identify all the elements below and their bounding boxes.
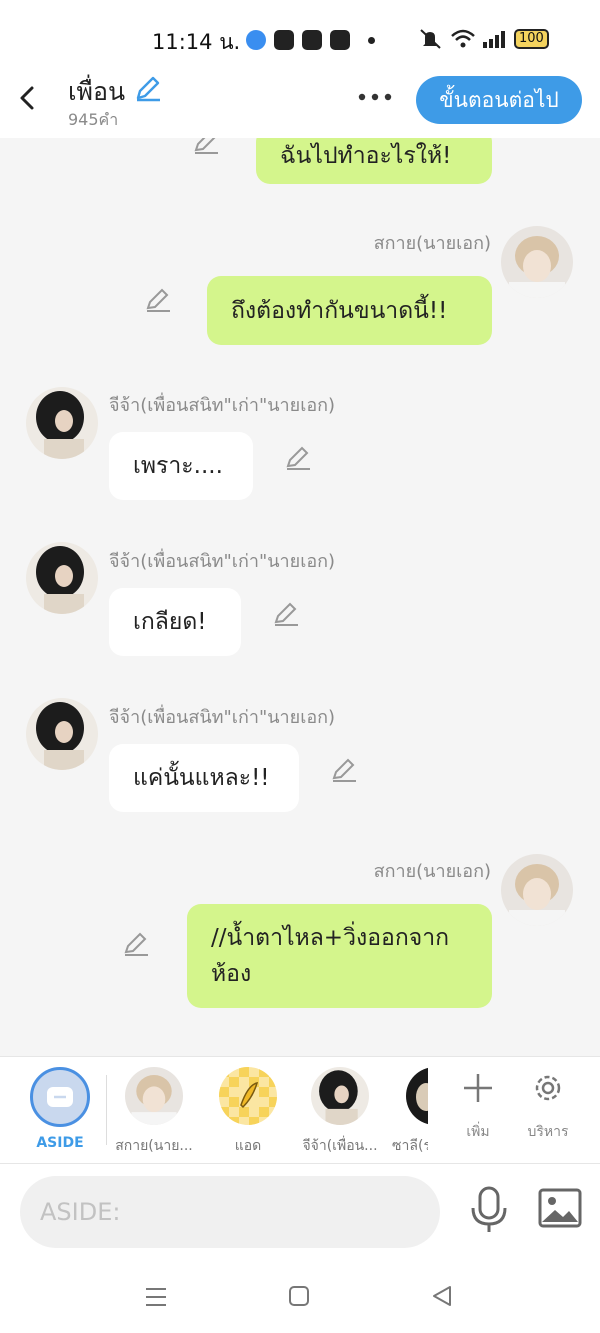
avatar-jija[interactable] xyxy=(26,698,98,770)
manage-button[interactable]: บริหาร xyxy=(518,1071,578,1143)
message-text: ถึงต้องทำกันขนาดนี้!! xyxy=(231,297,448,324)
avatar-jija-image xyxy=(26,387,98,459)
narration-icon xyxy=(47,1087,73,1107)
back-arrow-icon[interactable] xyxy=(14,80,44,116)
avatar-jija-image xyxy=(26,542,98,614)
image-icon[interactable] xyxy=(538,1188,582,1228)
member-label: ซาลี(ร xyxy=(392,1138,428,1154)
add-label: เพิ่ม xyxy=(466,1124,490,1140)
page-title: เพื่อน xyxy=(68,77,126,106)
member-label: สกาย(นาย... xyxy=(115,1138,193,1154)
edit-message-pencil-icon[interactable] xyxy=(272,600,300,628)
message-text: แค่นั้นแหละ!! xyxy=(133,765,270,791)
banana-avatar-icon xyxy=(219,1067,277,1125)
avatar-sky-image xyxy=(501,854,573,926)
status-time: 11:14 น. xyxy=(152,30,241,54)
mute-icon xyxy=(420,29,441,49)
member-admin[interactable]: แอด xyxy=(208,1067,288,1157)
message-text: //น้ำตาไหล+วิ่งออกจากห้อง xyxy=(211,925,450,987)
aside-input[interactable] xyxy=(20,1176,440,1248)
avatar xyxy=(219,1067,277,1125)
avatar-sky[interactable] xyxy=(501,854,573,926)
member-sali[interactable]: ซาลี(ร xyxy=(392,1067,428,1157)
more-options-icon[interactable] xyxy=(356,86,394,108)
sender-name: จีจ้า(เพื่อนสนิท"เก่า"นายเอก) xyxy=(109,707,336,728)
system-icons: 100 xyxy=(418,28,549,50)
status-bar: 11:14 น. 100 xyxy=(0,0,600,66)
system-navigation-bar xyxy=(0,1264,600,1333)
aside-label: ASIDE xyxy=(36,1135,84,1151)
avatar xyxy=(125,1067,183,1125)
message-bubble-them[interactable]: เกลียด! xyxy=(109,588,241,656)
microphone-icon[interactable] xyxy=(468,1186,510,1234)
divider xyxy=(106,1075,107,1145)
avatar xyxy=(311,1067,369,1125)
message-bubble-them[interactable]: แค่นั้นแหละ!! xyxy=(109,744,299,812)
member-label: แอด xyxy=(234,1138,262,1154)
manage-label: บริหาร xyxy=(527,1124,569,1140)
member-label: จีจ้า(เพื่อน... xyxy=(302,1138,378,1154)
app-notification-icon xyxy=(330,30,350,50)
sender-name: สกาย(นายเอก) xyxy=(373,861,491,882)
more-notifications-dot-icon xyxy=(368,36,375,44)
avatar-sali-image xyxy=(406,1067,428,1125)
avatar-sky-image xyxy=(501,226,573,298)
avatar-jija[interactable] xyxy=(26,387,98,459)
aside-button[interactable] xyxy=(30,1067,90,1127)
line-app-icon xyxy=(274,30,294,50)
message-bubble-me[interactable]: //น้ำตาไหล+วิ่งออกจากห้อง xyxy=(187,904,492,1008)
composer xyxy=(0,1164,600,1264)
edit-message-pencil-icon[interactable] xyxy=(330,756,358,784)
add-member-button[interactable]: เพิ่ม xyxy=(448,1071,508,1143)
signal-icon xyxy=(483,31,505,48)
avatar-sky[interactable] xyxy=(501,226,573,298)
chat-header: เพื่อน 945คำ ขั้นตอนต่อไป xyxy=(0,66,600,138)
sender-name: จีจ้า(เพื่อนสนิท"เก่า"นายเอก) xyxy=(109,395,336,416)
edit-message-pencil-icon[interactable] xyxy=(144,286,172,314)
message-text: เกลียด! xyxy=(133,609,207,635)
next-step-button[interactable]: ขั้นตอนต่อไป xyxy=(416,76,582,124)
message-bubble-them[interactable]: เพราะ.... xyxy=(109,432,253,500)
sender-name: จีจ้า(เพื่อนสนิท"เก่า"นายเอก) xyxy=(109,551,336,572)
chat-area[interactable]: ฉันไปทำอะไรให้! สกาย(นายเอก) ถึงต้องทำกั… xyxy=(0,138,600,1056)
edit-title-pencil-icon[interactable] xyxy=(134,74,162,102)
recent-apps-icon[interactable] xyxy=(144,1286,168,1308)
battery-icon: 100 xyxy=(514,29,549,49)
gear-icon xyxy=(535,1075,561,1101)
word-count: 945คำ xyxy=(68,110,119,129)
member-jija[interactable]: จีจ้า(เพื่อน... xyxy=(300,1067,380,1157)
avatar-jija-image xyxy=(311,1067,369,1125)
edit-message-pencil-icon[interactable] xyxy=(284,444,312,472)
message-bubble-me[interactable]: ฉันไปทำอะไรให้! xyxy=(256,138,492,184)
message-bubble-me[interactable]: ถึงต้องทำกันขนาดนี้!! xyxy=(207,276,492,345)
avatar-sky-image xyxy=(125,1067,183,1125)
avatar xyxy=(406,1067,428,1125)
wifi-icon xyxy=(451,29,475,48)
home-icon[interactable] xyxy=(288,1285,310,1307)
sender-name: สกาย(นายเอก) xyxy=(373,233,491,254)
app-notification-icon xyxy=(246,30,266,50)
notification-icons xyxy=(246,30,375,50)
plus-icon xyxy=(464,1074,492,1102)
app-notification-icon xyxy=(302,30,322,50)
character-selector-bar: ASIDE สกาย(นาย... แอด จีจ้า(เพื่อน... ซา… xyxy=(0,1056,600,1164)
avatar-jija-image xyxy=(26,698,98,770)
message-text: เพราะ.... xyxy=(133,453,223,479)
avatar-jija[interactable] xyxy=(26,542,98,614)
edit-message-pencil-icon[interactable] xyxy=(192,138,220,156)
message-text: ฉันไปทำอะไรให้! xyxy=(280,143,452,169)
member-sky[interactable]: สกาย(นาย... xyxy=(114,1067,194,1157)
back-triangle-icon[interactable] xyxy=(430,1284,454,1308)
edit-message-pencil-icon[interactable] xyxy=(122,930,150,958)
